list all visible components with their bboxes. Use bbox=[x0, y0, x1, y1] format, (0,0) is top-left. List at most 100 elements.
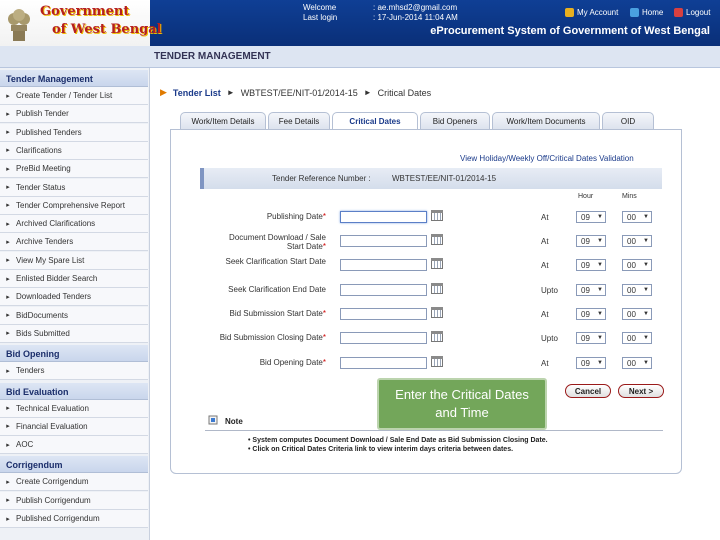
note-line: • Click on Critical Dates Criteria link … bbox=[248, 446, 514, 453]
sidebar-section-bid-evaluation[interactable]: Bid Evaluation bbox=[0, 382, 148, 400]
hour-select[interactable]: 09 ▼ bbox=[576, 332, 606, 344]
tab-work-item-details[interactable]: Work/Item Details bbox=[180, 112, 266, 129]
sidebar-item-create-corrigendum[interactable]: ▸ Create Corrigendum bbox=[0, 473, 148, 492]
mins-select[interactable]: 00 ▼ bbox=[622, 235, 652, 247]
chevron-right-icon: ▸ bbox=[6, 147, 10, 155]
hour-value: 09 bbox=[581, 212, 590, 222]
hour-column-header: Hour bbox=[578, 193, 594, 200]
sidebar-item-archive-tenders[interactable]: ▸ Archive Tenders bbox=[0, 233, 148, 252]
mins-select[interactable]: 00 ▼ bbox=[622, 308, 652, 320]
sidebar-item-tender-status[interactable]: ▸ Tender Status bbox=[0, 178, 148, 197]
note-info-icon bbox=[208, 415, 218, 425]
tab-bid-openers[interactable]: Bid Openers bbox=[420, 112, 490, 129]
time-prefix-label: At bbox=[541, 213, 549, 222]
top-header: Government of West Bengal Welcome Last l… bbox=[0, 0, 720, 46]
tab-fee-details[interactable]: Fee Details bbox=[268, 112, 330, 129]
breadcrumb-tender-list[interactable]: Tender List bbox=[173, 88, 221, 98]
dropdown-arrow-icon: ▼ bbox=[597, 311, 603, 317]
hour-select[interactable]: 09 ▼ bbox=[576, 284, 606, 296]
date-input-bid-opening-date[interactable] bbox=[340, 357, 427, 369]
date-input-bid-submission-closing-date[interactable] bbox=[340, 332, 427, 344]
calendar-icon[interactable] bbox=[431, 331, 443, 342]
sidebar-item-financial-evaluation[interactable]: ▸ Financial Evaluation bbox=[0, 417, 148, 436]
sidebar-item-clarifications[interactable]: ▸ Clarifications bbox=[0, 141, 148, 160]
sidebar-item-label: Publish Tender bbox=[16, 109, 69, 119]
date-input-document-download-sale-start-date[interactable] bbox=[340, 235, 427, 247]
date-input-bid-submission-start-date[interactable] bbox=[340, 308, 427, 320]
sidebar-item-tenders[interactable]: ▸ Tenders bbox=[0, 362, 148, 381]
hour-select[interactable]: 09 ▼ bbox=[576, 357, 606, 369]
sidebar-item-enlisted-bidder-search[interactable]: ▸ Enlisted Bidder Search bbox=[0, 270, 148, 288]
logout-link[interactable]: Logout bbox=[674, 6, 710, 18]
sidebar-item-create-tender-tender-list[interactable]: ▸ Create Tender / Tender List bbox=[0, 87, 148, 105]
time-prefix-label: At bbox=[541, 310, 549, 319]
date-input-publishing-date[interactable] bbox=[340, 211, 427, 223]
sidebar-item-published-tenders[interactable]: ▸ Published Tenders bbox=[0, 123, 148, 142]
calendar-icon[interactable] bbox=[431, 258, 443, 269]
tab-oid[interactable]: OID bbox=[602, 112, 654, 129]
hour-select[interactable]: 09 ▼ bbox=[576, 235, 606, 247]
sidebar-item-downloaded-tenders[interactable]: ▸ Downloaded Tenders bbox=[0, 288, 148, 307]
mins-column-header: Mins bbox=[622, 193, 637, 200]
dropdown-arrow-icon: ▼ bbox=[643, 311, 649, 317]
breadcrumb-tender-ref[interactable]: WBTEST/EE/NIT-01/2014-15 bbox=[241, 88, 358, 98]
sidebar-item-bids-submitted[interactable]: ▸ Bids Submitted bbox=[0, 324, 148, 343]
sidebar-item-view-my-spare-list[interactable]: ▸ View My Spare List bbox=[0, 251, 148, 270]
mins-select[interactable]: 00 ▼ bbox=[622, 332, 652, 344]
sidebar-section-corrigendum[interactable]: Corrigendum bbox=[0, 456, 148, 474]
sidebar-item-label: Publish Corrigendum bbox=[16, 495, 91, 505]
mins-select[interactable]: 00 ▼ bbox=[622, 357, 652, 369]
sidebar-item-label: Bids Submitted bbox=[16, 328, 70, 338]
sidebar-item-biddocuments[interactable]: ▸ BidDocuments bbox=[0, 306, 148, 325]
sidebar-item-publish-tender[interactable]: ▸ Publish Tender bbox=[0, 105, 148, 124]
sidebar-item-label: Tender Status bbox=[16, 182, 66, 192]
mins-select[interactable]: 00 ▼ bbox=[622, 284, 652, 296]
state-title: of West Bengal bbox=[52, 22, 162, 37]
hour-select[interactable]: 09 ▼ bbox=[576, 259, 606, 271]
calendar-icon[interactable] bbox=[431, 307, 443, 318]
logout-label: Logout bbox=[686, 7, 711, 17]
dropdown-arrow-icon: ▼ bbox=[643, 335, 649, 341]
sidebar-item-publish-corrigendum[interactable]: ▸ Publish Corrigendum bbox=[0, 491, 148, 510]
hour-value: 09 bbox=[581, 309, 590, 319]
sidebar-item-tender-comprehensive-report[interactable]: ▸ Tender Comprehensive Report bbox=[0, 196, 148, 215]
sidebar-item-prebid-meeting[interactable]: ▸ PreBid Meeting bbox=[0, 160, 148, 179]
note-divider bbox=[205, 430, 663, 431]
cancel-button[interactable]: Cancel bbox=[565, 384, 611, 398]
chevron-right-icon: ▸ bbox=[6, 312, 10, 320]
sidebar-item-label: Tenders bbox=[16, 366, 45, 376]
tab-work-item-documents[interactable]: Work/Item Documents bbox=[492, 112, 600, 129]
tab-critical-dates[interactable]: Critical Dates bbox=[332, 112, 418, 130]
sidebar-section-bid-opening[interactable]: Bid Opening bbox=[0, 345, 148, 363]
time-prefix-label: Upto bbox=[541, 286, 558, 295]
calendar-icon[interactable] bbox=[431, 210, 443, 221]
sidebar-item-aoc[interactable]: ▸ AOC bbox=[0, 436, 148, 455]
chevron-right-icon: ▸ bbox=[6, 515, 10, 523]
next-button[interactable]: Next > bbox=[618, 384, 664, 398]
sidebar-item-technical-evaluation[interactable]: ▸ Technical Evaluation bbox=[0, 399, 148, 418]
mins-select[interactable]: 00 ▼ bbox=[622, 211, 652, 223]
sidebar-item-published-corrigendum[interactable]: ▸ Published Corrigendum bbox=[0, 510, 148, 528]
government-title: Government bbox=[40, 4, 130, 19]
critical-dates-validation-link[interactable]: View Holiday/Weekly Off/Critical Dates V… bbox=[460, 154, 634, 163]
calendar-icon[interactable] bbox=[431, 283, 443, 294]
my-account-link[interactable]: My Account bbox=[565, 6, 618, 18]
time-prefix-label: At bbox=[541, 237, 549, 246]
home-link[interactable]: Home bbox=[630, 6, 663, 18]
hour-select[interactable]: 09 ▼ bbox=[576, 211, 606, 223]
breadcrumb: ▶ Tender List ► WBTEST/EE/NIT-01/2014-15… bbox=[160, 87, 431, 98]
hour-value: 09 bbox=[581, 236, 590, 246]
calendar-icon[interactable] bbox=[431, 356, 443, 367]
date-input-seek-clarification-end-date[interactable] bbox=[340, 284, 427, 296]
sidebar-item-label: Financial Evaluation bbox=[16, 421, 88, 431]
hour-select[interactable]: 09 ▼ bbox=[576, 308, 606, 320]
mins-select[interactable]: 00 ▼ bbox=[622, 259, 652, 271]
sidebar-section-tender-management[interactable]: Tender Management bbox=[0, 70, 148, 87]
sidebar-item-archived-clarifications[interactable]: ▸ Archived Clarifications bbox=[0, 215, 148, 234]
dropdown-arrow-icon: ▼ bbox=[643, 360, 649, 366]
date-input-seek-clarification-start-date[interactable] bbox=[340, 259, 427, 271]
mins-value: 00 bbox=[627, 309, 636, 319]
chevron-right-icon: ▸ bbox=[6, 330, 10, 338]
mins-value: 00 bbox=[627, 333, 636, 343]
calendar-icon[interactable] bbox=[431, 234, 443, 245]
